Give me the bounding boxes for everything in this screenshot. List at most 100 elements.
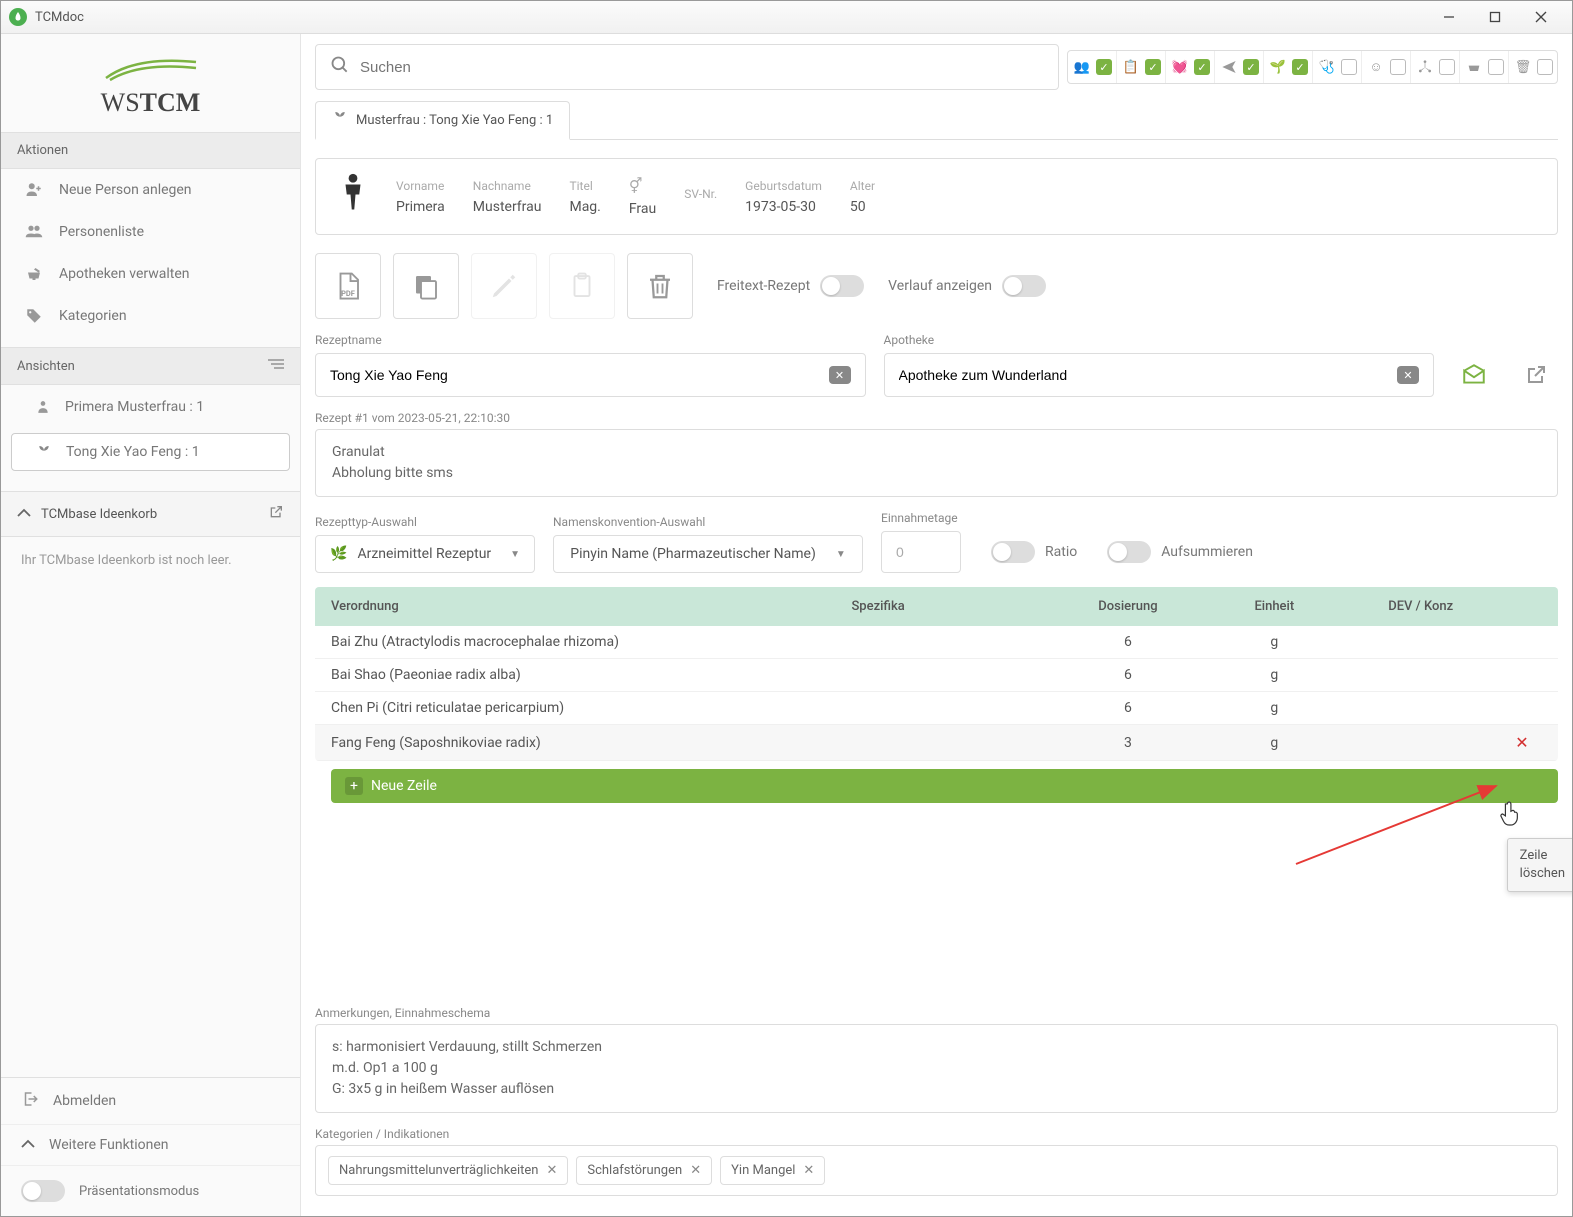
- remove-tag-icon[interactable]: ✕: [690, 1163, 701, 1178]
- app-logo: WSTCM: [1, 34, 300, 132]
- edit-button[interactable]: [471, 253, 537, 319]
- mortar-icon: 🌿: [330, 546, 347, 562]
- external-link-icon[interactable]: [268, 504, 284, 524]
- filter-face[interactable]: ☺: [1362, 51, 1411, 83]
- clear-icon[interactable]: ✕: [1397, 366, 1419, 384]
- more-label: Weitere Funktionen: [49, 1137, 169, 1153]
- categories-container[interactable]: Nahrungsmittelunverträglichkeiten ✕ Schla…: [315, 1145, 1558, 1196]
- filter-people[interactable]: 👥✓: [1068, 51, 1117, 83]
- category-tag[interactable]: Yin Mangel✕: [720, 1156, 825, 1185]
- apotheke-field[interactable]: [899, 367, 1398, 383]
- delete-button[interactable]: [627, 253, 693, 319]
- section-label: Ansichten: [17, 359, 75, 374]
- days-input[interactable]: [881, 531, 961, 573]
- filter-clipboard[interactable]: 📋✓: [1117, 51, 1166, 83]
- maximize-button[interactable]: [1472, 2, 1518, 32]
- freitext-toggle-group: Freitext-Rezept: [717, 275, 864, 297]
- rezepttyp-value: Arzneimittel Rezeptur: [357, 546, 491, 562]
- nav-pharmacies[interactable]: Apotheken verwalten: [1, 253, 300, 295]
- menu-lines-icon[interactable]: [268, 358, 284, 374]
- logout-button[interactable]: Abmelden: [1, 1078, 300, 1124]
- open-external-button[interactable]: [1514, 353, 1558, 397]
- remove-tag-icon[interactable]: ✕: [803, 1163, 814, 1178]
- pdf-button[interactable]: PDF: [315, 253, 381, 319]
- delete-row-tooltip: Zeile löschen: [1507, 838, 1572, 892]
- categories-label: Kategorien / Indikationen: [315, 1127, 1558, 1141]
- table-row[interactable]: Bai Shao (Paeoniae radix alba) 6 g: [315, 659, 1558, 692]
- view-label: Tong Xie Yao Feng : 1: [66, 444, 200, 460]
- th-einheit: Einheit: [1209, 599, 1339, 614]
- mortar-icon: [23, 265, 45, 283]
- notes-textarea[interactable]: s: harmonisiert Verdauung, stillt Schmer…: [315, 1024, 1558, 1113]
- apotheke-label: Apotheke: [884, 333, 1435, 347]
- face-icon: ☺: [1366, 57, 1386, 77]
- svg-text:PDF: PDF: [341, 289, 355, 298]
- cell-dosierung: 6: [1047, 634, 1210, 650]
- filter-trash[interactable]: 🗑: [1509, 51, 1557, 83]
- nav-categories[interactable]: Kategorien: [1, 295, 300, 337]
- category-tag[interactable]: Nahrungsmittelunverträglichkeiten ✕: [328, 1156, 568, 1185]
- filter-send[interactable]: ✓: [1215, 51, 1264, 83]
- table-row[interactable]: Fang Feng (Saposhnikoviae radix) 3 g ✕: [315, 725, 1558, 761]
- recipe-info-textarea[interactable]: Granulat Abholung bitte sms: [315, 429, 1558, 497]
- unchecked-icon: [1390, 59, 1406, 75]
- new-row-button[interactable]: + Neue Zeile: [331, 769, 1558, 803]
- tag-label: Nahrungsmittelunverträglichkeiten: [339, 1163, 538, 1178]
- view-item-recipe[interactable]: Tong Xie Yao Feng : 1: [11, 433, 290, 471]
- cell-verordnung: Chen Pi (Citri reticulatae pericarpium): [331, 700, 851, 716]
- cell-dosierung: 3: [1047, 735, 1210, 751]
- naming-label: Namenskonvention-Auswahl: [553, 515, 863, 529]
- paste-button[interactable]: [549, 253, 615, 319]
- naming-dropdown[interactable]: Pinyin Name (Pharmazeutischer Name) ▼: [553, 535, 863, 573]
- days-field[interactable]: [896, 544, 946, 560]
- presentation-toggle-row: Präsentationsmodus: [1, 1165, 300, 1216]
- active-tab[interactable]: Musterfrau : Tong Xie Yao Feng : 1: [315, 101, 570, 140]
- delete-row-button[interactable]: ✕: [1502, 733, 1542, 752]
- mail-button[interactable]: [1452, 353, 1496, 397]
- rezepttyp-dropdown[interactable]: 🌿Arzneimittel Rezeptur ▼: [315, 535, 535, 573]
- filter-heart[interactable]: 💓✓: [1166, 51, 1215, 83]
- field-gender: ⚥Frau: [629, 177, 656, 217]
- filter-stethoscope[interactable]: 🩺: [1313, 51, 1362, 83]
- tab-label: Musterfrau : Tong Xie Yao Feng : 1: [356, 113, 553, 128]
- rezepttyp-label: Rezepttyp-Auswahl: [315, 515, 535, 529]
- verlauf-label: Verlauf anzeigen: [888, 278, 992, 294]
- more-functions-button[interactable]: Weitere Funktionen: [1, 1124, 300, 1165]
- presentation-label: Präsentationsmodus: [79, 1184, 199, 1199]
- minimize-button[interactable]: [1426, 2, 1472, 32]
- sum-toggle[interactable]: [1107, 541, 1151, 563]
- rezeptname-field[interactable]: [330, 367, 829, 383]
- copy-button[interactable]: [393, 253, 459, 319]
- filter-plant[interactable]: 🌱✓: [1264, 51, 1313, 83]
- main-content: 👥✓ 📋✓ 💓✓ ✓ 🌱✓ 🩺 ☺ 🗑 Musterfrau : To: [301, 34, 1572, 1216]
- filter-mortar[interactable]: [1460, 51, 1509, 83]
- ratio-toggle[interactable]: [991, 541, 1035, 563]
- mortar-icon: [1464, 57, 1484, 77]
- nav-person-list[interactable]: Personenliste: [1, 211, 300, 253]
- freitext-toggle[interactable]: [820, 275, 864, 297]
- view-item-person[interactable]: Primera Musterfrau : 1: [11, 389, 290, 425]
- window-title: TCMdoc: [35, 10, 1426, 25]
- verlauf-toggle[interactable]: [1002, 275, 1046, 297]
- table-row[interactable]: Bai Zhu (Atractylodis macrocephalae rhiz…: [315, 626, 1558, 659]
- ideenkorb-header[interactable]: TCMbase Ideenkorb: [1, 491, 300, 537]
- search-input[interactable]: [360, 59, 1044, 76]
- window-titlebar: TCMdoc: [1, 1, 1572, 34]
- category-tag[interactable]: Schlafstörungen✕: [576, 1156, 712, 1185]
- filter-network[interactable]: [1411, 51, 1460, 83]
- prescription-table: Verordnung Spezifika Dosierung Einheit D…: [315, 587, 1558, 761]
- table-row[interactable]: Chen Pi (Citri reticulatae pericarpium) …: [315, 692, 1558, 725]
- notes-label: Anmerkungen, Einnahmeschema: [315, 1006, 1558, 1020]
- cell-einheit: g: [1209, 634, 1339, 650]
- search-bar[interactable]: [315, 44, 1059, 90]
- sum-label: Aufsummieren: [1161, 544, 1253, 560]
- nav-new-person[interactable]: Neue Person anlegen: [1, 169, 300, 211]
- presentation-toggle[interactable]: [21, 1180, 65, 1202]
- clear-icon[interactable]: ✕: [829, 366, 851, 384]
- field-nachname: NachnameMusterfrau: [473, 179, 542, 215]
- apotheke-input[interactable]: ✕: [884, 353, 1435, 397]
- sum-toggle-group: Aufsummieren: [1107, 541, 1253, 563]
- close-button[interactable]: [1518, 2, 1564, 32]
- remove-tag-icon[interactable]: ✕: [546, 1163, 557, 1178]
- rezeptname-input[interactable]: ✕: [315, 353, 866, 397]
